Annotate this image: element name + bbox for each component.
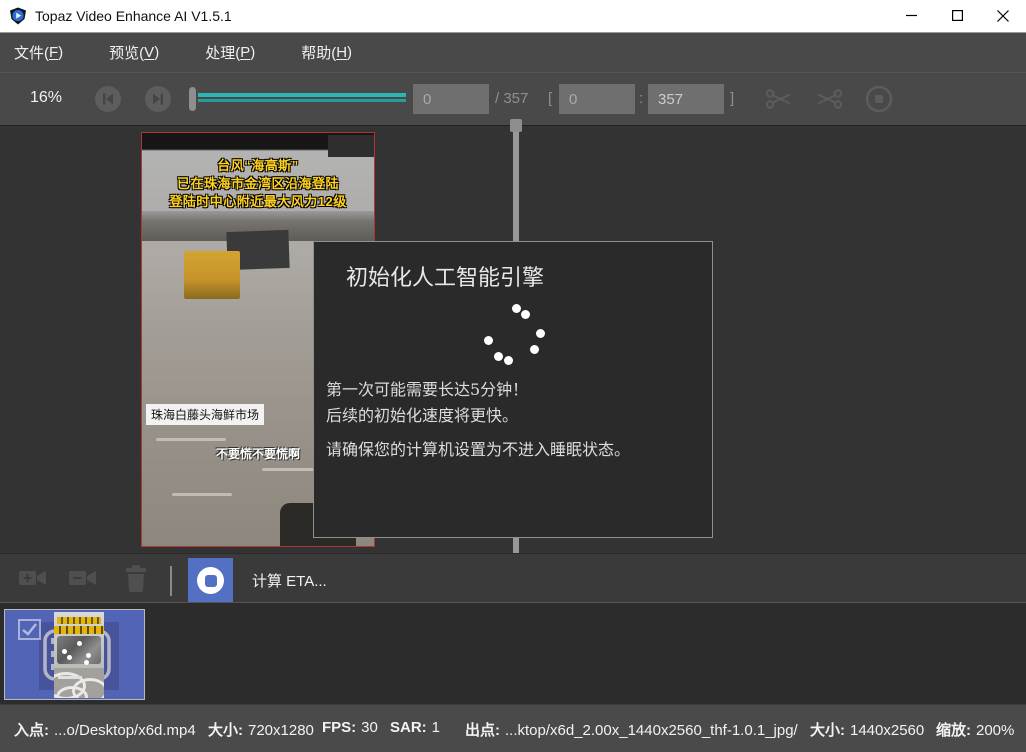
cut-out-icon [815, 88, 843, 110]
status-fps: FPS:30 [322, 719, 378, 736]
close-icon [997, 10, 1009, 22]
toolbar: 16% / 357 [ : ] [0, 73, 1026, 125]
preview-area: 台风“海高斯” 已在珠海市金湾区沿海登陆 登陆时中心附近最大风力12级 珠海白藤… [0, 126, 1026, 553]
trim-separator: : [639, 90, 643, 107]
cut-out-button[interactable] [814, 85, 844, 113]
remove-video-button[interactable] [67, 562, 101, 594]
process-bar: 计算 ETA... [0, 553, 1026, 603]
status-sar: SAR:1 [390, 719, 440, 736]
stop-circle-icon [865, 85, 893, 113]
menu-preview[interactable]: 预览(V) [99, 33, 169, 72]
close-button[interactable] [980, 0, 1026, 31]
video-frame-detail [328, 135, 374, 157]
maximize-icon [952, 10, 963, 21]
menu-file[interactable]: 文件(F) [4, 33, 73, 72]
window-controls [888, 0, 1026, 31]
video-location-label: 珠海白藤头海鲜市场 [146, 404, 264, 425]
statusbar: 入点:...o/Desktop/x6d.mp4 大小:720x1280 FPS:… [0, 704, 1026, 752]
camera-add-icon [19, 568, 49, 588]
status-in-size: 大小:720x1280 [208, 719, 314, 740]
menu-help[interactable]: 帮助(H) [291, 33, 362, 72]
video-caption-line1: 台风“海高斯” [142, 155, 374, 174]
menu-process[interactable]: 处理(P) [195, 33, 265, 72]
stop-processing-button[interactable] [188, 558, 233, 603]
video-caption-line3: 登陆时中心附近最大风力12级 [142, 191, 374, 210]
video-frame-detail [184, 251, 240, 299]
dialog-line2: 后续的初始化速度将更快。 [326, 402, 518, 426]
minimize-icon [906, 10, 917, 21]
timeline-track-lower[interactable] [198, 99, 406, 102]
zoom-level-label: 16% [30, 89, 62, 107]
delete-button[interactable] [119, 562, 153, 594]
app-window: Topaz Video Enhance AI V1.5.1 文件(F) 预览(V… [0, 0, 1026, 752]
trim-end-input[interactable] [648, 84, 724, 114]
status-out-size: 大小:1440x2560 [810, 719, 924, 740]
trim-bracket-close: ] [730, 90, 734, 107]
thumbnail-checkbox[interactable] [18, 619, 41, 640]
camera-remove-icon [69, 568, 99, 588]
cut-in-button[interactable] [764, 85, 794, 113]
timeline-track[interactable] [198, 93, 406, 97]
toolbar-divider [170, 566, 172, 596]
eta-label: 计算 ETA... [252, 570, 327, 591]
skip-end-button[interactable] [145, 86, 171, 112]
menubar: 文件(F) 预览(V) 处理(P) 帮助(H) [0, 33, 1026, 73]
current-frame-input[interactable] [413, 84, 489, 114]
dialog-line3: 请确保您的计算机设置为不进入睡眠状态。 [326, 436, 630, 460]
status-in-file: 入点:...o/Desktop/x6d.mp4 [14, 719, 196, 740]
window-title: Topaz Video Enhance AI V1.5.1 [35, 8, 232, 24]
preview-splitter-handle[interactable] [510, 119, 522, 132]
skip-end-icon [152, 93, 164, 105]
minimize-button[interactable] [888, 0, 934, 31]
titlebar: Topaz Video Enhance AI V1.5.1 [0, 0, 1026, 33]
dialog-line1: 第一次可能需要长达5分钟！ [326, 376, 528, 400]
timeline-slider-handle[interactable] [189, 87, 196, 111]
checkbox-checked-icon [20, 621, 39, 638]
video-list-item[interactable] [4, 609, 145, 700]
init-engine-dialog: 初始化人工智能引擎 第一次可能需要长达5分钟！ 后续的初始化速度将更快。 请确保… [313, 241, 713, 538]
trash-icon [124, 565, 148, 592]
video-thumbnail [54, 612, 104, 698]
maximize-button[interactable] [934, 0, 980, 31]
add-video-button[interactable] [17, 562, 51, 594]
cut-in-icon [765, 88, 793, 110]
stop-preview-button[interactable] [864, 85, 894, 113]
skip-start-icon [102, 93, 114, 105]
trim-start-input[interactable] [559, 84, 635, 114]
video-list [0, 602, 1026, 705]
video-caption-line2: 已在珠海市金湾区沿海登陆 [142, 173, 374, 192]
total-frames-label: / 357 [495, 90, 528, 107]
status-out-file: 出点:...ktop/x6d_2.00x_1440x2560_thf-1.0.1… [465, 719, 798, 740]
dialog-title: 初始化人工智能引擎 [346, 260, 544, 292]
status-zoom: 缩放:200% [936, 719, 1014, 740]
app-logo-icon [9, 7, 27, 25]
skip-start-button[interactable] [95, 86, 121, 112]
trim-bracket-open: [ [548, 90, 552, 107]
stop-processing-icon [197, 567, 224, 594]
